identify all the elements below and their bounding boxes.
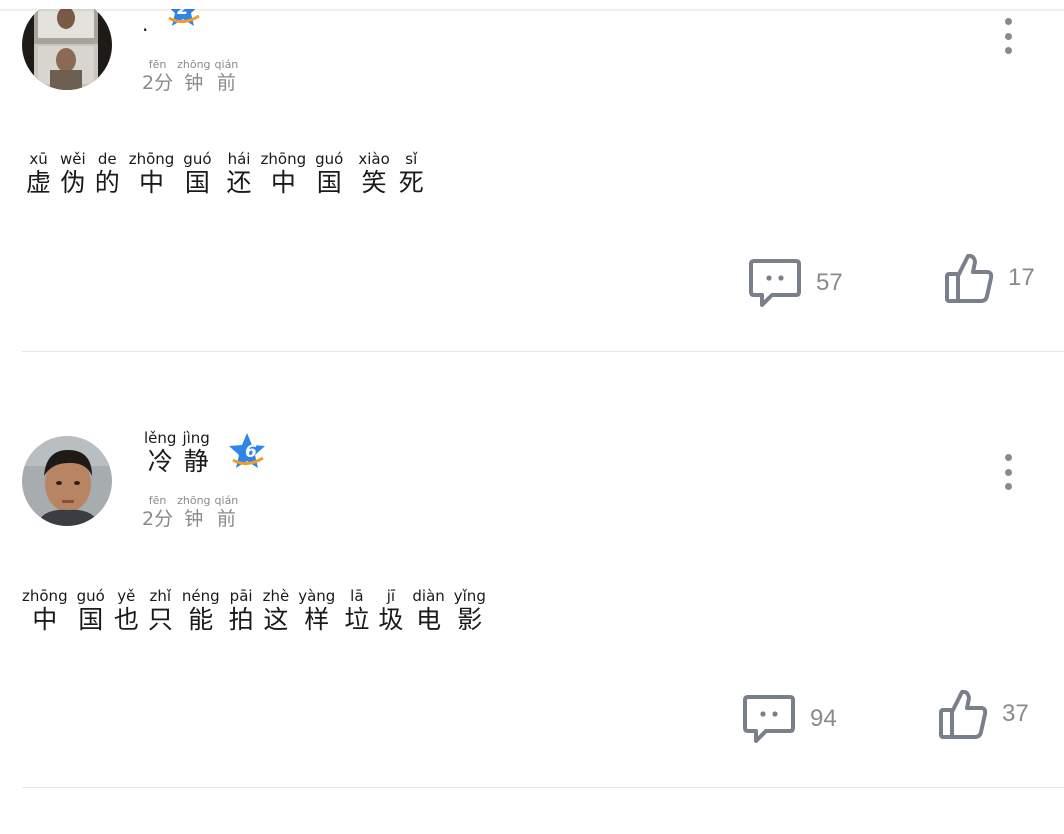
like-button[interactable]: 17 bbox=[944, 252, 1035, 304]
content-char: guó 国 bbox=[76, 587, 105, 635]
username[interactable]: . bbox=[142, 12, 148, 36]
level-number: 6 bbox=[245, 442, 257, 462]
level-badge: 6 bbox=[227, 432, 267, 470]
content-char: zhōng 中 bbox=[128, 150, 175, 198]
avatar-image bbox=[22, 436, 112, 526]
content-char: yàng 样 bbox=[298, 587, 336, 635]
comment-count: 94 bbox=[810, 705, 837, 732]
post-content: zhōng 中 guó 国 yě 也 zhǐ 只 néng 能 pāi 拍 zhè 这 yàng 样 lā 垃 jī… bbox=[22, 588, 495, 635]
thumbs-up-icon bbox=[939, 689, 988, 739]
content-char: xiào 笑 bbox=[358, 150, 390, 198]
content-char: zhōng 中 bbox=[260, 150, 307, 198]
content-char: zhōng 中 bbox=[22, 587, 68, 635]
content-char: zhǐ 只 bbox=[147, 587, 173, 635]
like-count: 17 bbox=[1008, 264, 1035, 291]
content-char: guó 国 bbox=[183, 150, 212, 198]
username[interactable]: lěng 冷 jìng 静 bbox=[144, 430, 210, 477]
comment-bubble-icon bbox=[743, 695, 795, 743]
like-count: 37 bbox=[1002, 700, 1029, 727]
content-char: de 的 bbox=[94, 150, 120, 198]
more-vertical-icon bbox=[1004, 18, 1012, 25]
divider bbox=[22, 787, 1064, 788]
content-char: zhè 这 bbox=[262, 587, 290, 635]
content-char: xū 虚 bbox=[26, 150, 52, 198]
more-options-button[interactable] bbox=[997, 452, 1019, 492]
more-vertical-icon bbox=[1004, 454, 1012, 461]
content-char: wěi 伪 bbox=[60, 150, 86, 198]
post-time: fēn 2分 zhōng 钟 qián 前 bbox=[142, 58, 239, 94]
avatar[interactable] bbox=[22, 0, 112, 90]
comment-bubble-icon bbox=[749, 259, 801, 307]
top-bar bbox=[0, 0, 1064, 9]
post-time: fēn 2分 zhōng 钟 qián 前 bbox=[142, 494, 239, 530]
divider bbox=[22, 351, 1064, 352]
content-char: sǐ 死 bbox=[398, 150, 424, 198]
thumbs-up-icon bbox=[945, 253, 994, 303]
content-char: diàn 电 bbox=[412, 587, 445, 635]
content-char: jī 圾 bbox=[378, 587, 404, 635]
comment-button[interactable]: 57 bbox=[748, 258, 843, 308]
content-char: pāi 拍 bbox=[228, 587, 254, 635]
content-char: yǐng 影 bbox=[453, 587, 486, 635]
content-char: guó 国 bbox=[315, 150, 344, 198]
content-char: néng 能 bbox=[181, 587, 220, 635]
like-button[interactable]: 37 bbox=[938, 688, 1029, 740]
content-char: lā 垃 bbox=[344, 587, 370, 635]
comment-button[interactable]: 94 bbox=[742, 694, 837, 744]
avatar-image bbox=[22, 0, 112, 90]
content-char: hái 还 bbox=[226, 150, 252, 198]
comment-count: 57 bbox=[816, 269, 843, 296]
avatar[interactable] bbox=[22, 436, 112, 526]
post-content: xū 虚 wěi 伪 de 的 zhōng 中 guó 国 hái 还 zhōng 中 guó 国 xiào… bbox=[26, 151, 433, 198]
content-char: yě 也 bbox=[113, 587, 139, 635]
more-options-button[interactable] bbox=[997, 16, 1019, 56]
